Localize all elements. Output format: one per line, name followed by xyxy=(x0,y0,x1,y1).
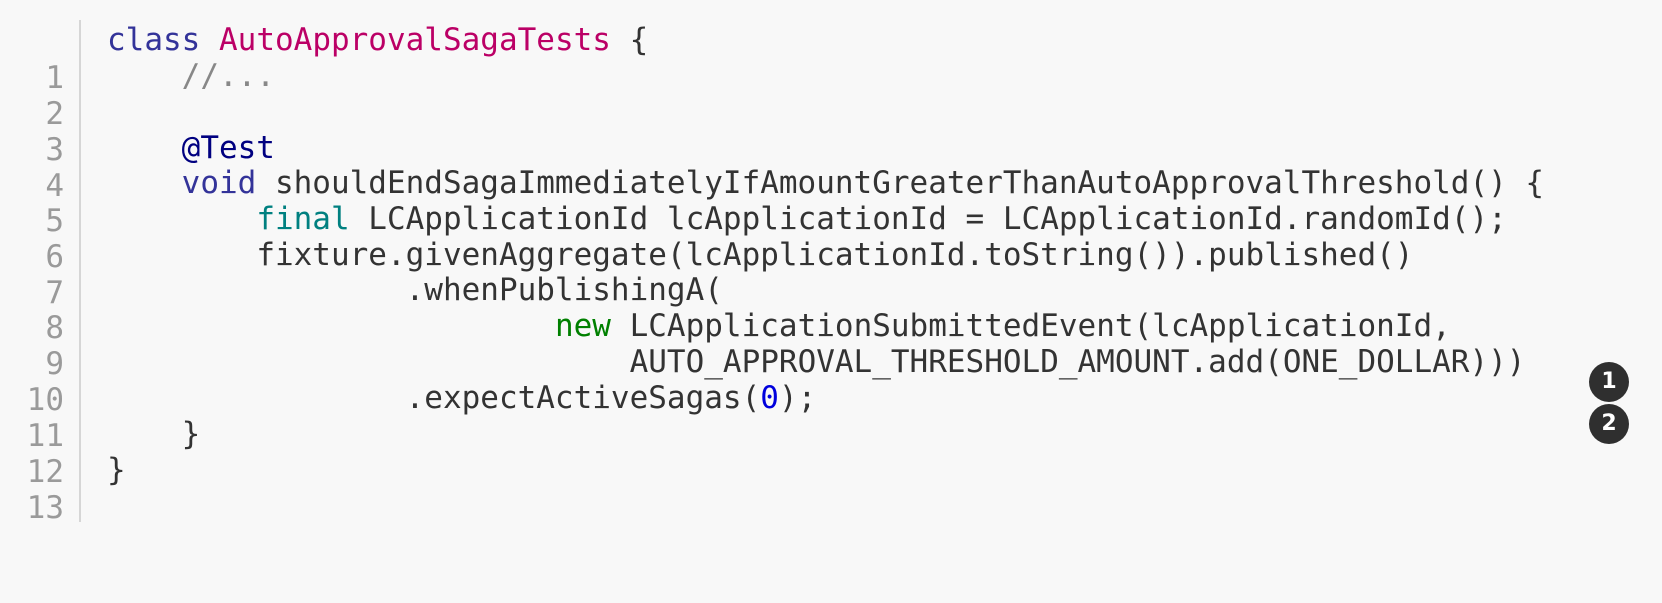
line-source: //... xyxy=(107,57,275,95)
code-listing: 1 class AutoApprovalSagaTests { 2 //... … xyxy=(0,0,1662,548)
line-number: 13 xyxy=(26,490,64,526)
class-name: AutoApprovalSagaTests xyxy=(219,22,611,58)
line-source: new LCApplicationSubmittedEvent(lcApplic… xyxy=(107,307,1451,345)
callout-marker-1: 1 xyxy=(1589,362,1629,402)
line-source: fixture.givenAggregate(lcApplicationId.t… xyxy=(107,236,1413,274)
callout-marker-2: 2 xyxy=(1589,404,1629,444)
code-text: } xyxy=(107,452,126,488)
code-text: fixture.givenAggregate(lcApplicationId.t… xyxy=(256,237,1414,273)
number-literal: 0 xyxy=(760,380,779,416)
line-source: void shouldEndSagaImmediatelyIfAmountGre… xyxy=(107,164,1544,202)
code-text: ); xyxy=(778,380,817,416)
line-source: class AutoApprovalSagaTests { xyxy=(107,21,648,59)
annotation: @Test xyxy=(181,130,275,166)
code-text: .expectActiveSagas( xyxy=(405,380,761,416)
code-line-11: 11 .expectActiveSagas(0); xyxy=(0,379,1662,454)
line-source: AUTO_APPROVAL_THRESHOLD_AMOUNT.add(ONE_D… xyxy=(107,343,1526,381)
code-line-10: 1 0 AUTO_APPROVAL_THRESHOLD_AMOUNT.add(ON… xyxy=(0,343,1662,418)
code-line-7: 7 fixture.givenAggregate(lcApplicationId… xyxy=(0,236,1662,311)
line-source: } xyxy=(107,415,201,453)
code-line-2: 2 //... xyxy=(0,57,1662,132)
code-line-12: 12 } xyxy=(0,415,1662,490)
code-text: { xyxy=(610,22,649,58)
code-line-5: 5 void shouldEndSagaImmediatelyIfAmountG… xyxy=(0,164,1662,239)
code-line-1: 1 class AutoApprovalSagaTests { xyxy=(0,21,1662,96)
code-text: LCApplicationSubmittedEvent(lcApplicatio… xyxy=(610,308,1451,344)
line-source: .expectActiveSagas(0); xyxy=(107,379,817,417)
code-text: .whenPublishingA( xyxy=(405,272,723,308)
line-source: @Test xyxy=(107,129,275,167)
code-text: shouldEndSagaImmediatelyIfAmountGreaterT… xyxy=(256,165,1545,201)
code-text: LCApplicationId lcApplicationId = LCAppl… xyxy=(349,201,1507,237)
keyword-final: final xyxy=(256,201,350,237)
code-line-9: 9 new LCApplicationSubmittedEvent(lcAppl… xyxy=(0,307,1662,382)
line-source: final LCApplicationId lcApplicationId = … xyxy=(107,200,1507,238)
code-line-13: 13 } xyxy=(0,451,1662,526)
line-source: } xyxy=(107,451,126,489)
code-line-4: 4 @Test xyxy=(0,129,1662,204)
keyword-new: new xyxy=(554,308,611,344)
keyword-void: void xyxy=(181,165,257,201)
code-line-3: 3 xyxy=(0,93,1662,168)
code-line-6: 6 final LCApplicationId lcApplicationId … xyxy=(0,200,1662,275)
code-text: AUTO_APPROVAL_THRESHOLD_AMOUNT.add(ONE_D… xyxy=(629,344,1526,380)
comment: //... xyxy=(181,58,275,94)
line-source: .whenPublishingA( xyxy=(107,271,723,309)
code-line-8: 8 .whenPublishingA( xyxy=(0,271,1662,346)
code-text: } xyxy=(181,416,201,452)
keyword-class: class xyxy=(107,22,201,58)
